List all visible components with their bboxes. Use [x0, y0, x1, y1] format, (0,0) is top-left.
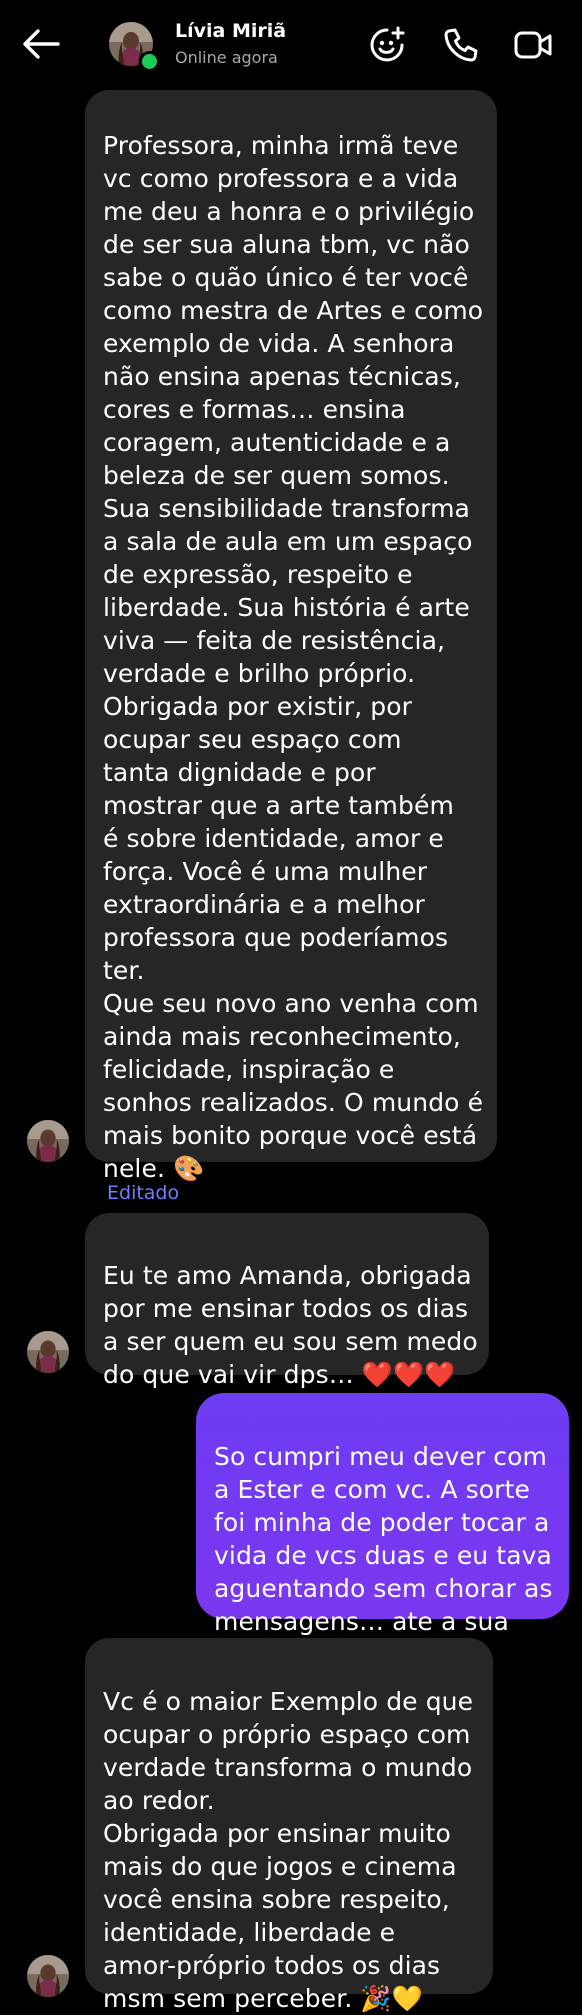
- chat-header: Lívia Miriã Online agora: [0, 0, 582, 88]
- back-arrow-icon: [23, 29, 60, 59]
- video-call-button[interactable]: [512, 24, 554, 66]
- outgoing-message-bubble[interactable]: So cumpri meu dever com a Ester e com vc…: [196, 1393, 569, 1636]
- hearts-emoji: ❤️❤️❤️: [361, 1360, 456, 1389]
- incoming-message-bubble[interactable]: Professora, minha irmã teve vc como prof…: [85, 90, 497, 1183]
- sender-avatar[interactable]: [27, 1331, 69, 1373]
- video-camera-icon: [514, 31, 552, 59]
- edited-label: Editado: [107, 1182, 180, 1204]
- back-button[interactable]: [20, 24, 64, 64]
- message-text: Professora, minha irmã teve vc como prof…: [103, 131, 484, 1183]
- incoming-message-bubble[interactable]: Vc é o maior Exemplo de que ocupar o pró…: [85, 1638, 493, 2013]
- sticker-button[interactable]: [366, 24, 408, 66]
- phone-icon: [444, 28, 478, 62]
- contact-name[interactable]: Lívia Miriã: [175, 20, 286, 42]
- sender-avatar[interactable]: [27, 1955, 69, 1997]
- voice-call-button[interactable]: [440, 24, 482, 66]
- contact-status: Online agora: [175, 48, 278, 67]
- sender-avatar[interactable]: [27, 1120, 69, 1162]
- incoming-message-bubble[interactable]: Eu te amo Amanda, obrigada por me ensina…: [85, 1213, 489, 1389]
- online-status-dot: [139, 51, 160, 72]
- message-text: So cumpri meu dever com a Ester e com vc…: [214, 1442, 553, 1636]
- sticker-add-icon: [370, 26, 405, 62]
- message-text: Vc é o maior Exemplo de que ocupar o pró…: [103, 1687, 474, 2013]
